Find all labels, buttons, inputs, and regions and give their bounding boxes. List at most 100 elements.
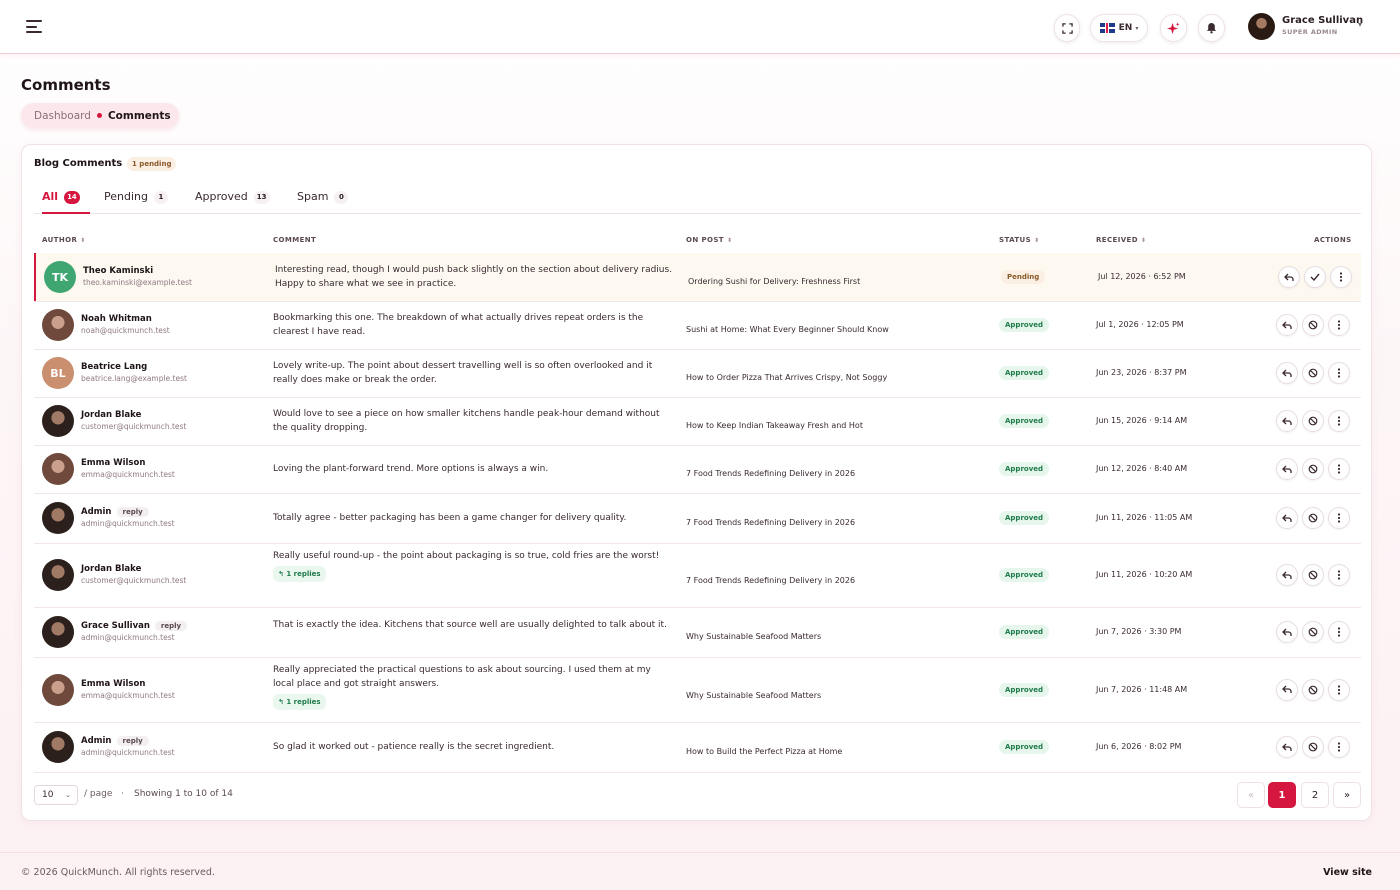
reply-icon — [1282, 571, 1292, 580]
mark-spam-button[interactable] — [1302, 678, 1324, 701]
sort-icon: ⬍ — [80, 237, 86, 244]
replies-badge[interactable]: ↰ 1 replies — [273, 566, 326, 582]
table-row[interactable]: Admin reply admin@quickmunch.test Totally a… — [34, 493, 1361, 543]
table-row[interactable]: Admin reply admin@quickmunch.test So glad i… — [34, 722, 1361, 772]
language-label: EN — [1118, 23, 1133, 33]
user-avatar[interactable] — [1248, 13, 1275, 40]
tab-spam[interactable]: Spam 0 — [297, 190, 349, 214]
received-date: Jun 6, 2026 · 8:02 PM — [1096, 742, 1182, 751]
page-1-button[interactable]: 1 — [1268, 782, 1296, 808]
breadcrumb-separator — [96, 113, 102, 118]
status-badge: Pending — [1001, 270, 1046, 284]
mark-spam-button[interactable] — [1302, 362, 1324, 384]
status-badge: Approved — [999, 414, 1050, 428]
user-role: SUPER ADMIN — [1282, 28, 1338, 36]
reply-button[interactable] — [1276, 362, 1298, 384]
mark-spam-button[interactable] — [1302, 458, 1324, 480]
author-name-text: Emma Wilson — [81, 458, 146, 468]
fullscreen-button[interactable] — [1054, 14, 1080, 42]
comment-body: Bookmarking this one. The breakdown of w… — [273, 313, 644, 337]
reply-button[interactable] — [1276, 621, 1298, 643]
bell-icon — [1206, 22, 1217, 34]
author-name-text: Jordan Blake — [81, 564, 142, 574]
replies-badge[interactable]: ↰ 1 replies — [273, 694, 326, 710]
author-name-text: Noah Whitman — [81, 314, 152, 324]
tab-approved[interactable]: Approved 13 — [195, 190, 270, 214]
more-vertical-icon — [1337, 684, 1341, 695]
column-author[interactable]: AUTHOR ⬍ — [42, 236, 86, 244]
post-link[interactable]: Why Sustainable Seafood Matters — [686, 691, 821, 700]
author-name: Theo Kaminski — [83, 266, 153, 276]
more-actions-button[interactable] — [1328, 410, 1350, 432]
column-received[interactable]: RECEIVED ⬍ — [1096, 236, 1146, 244]
author-name: Beatrice Lang — [81, 362, 147, 372]
breadcrumb-dashboard-link[interactable]: Dashboard — [34, 110, 91, 122]
more-actions-button[interactable] — [1328, 678, 1350, 701]
notifications-button[interactable] — [1198, 14, 1225, 42]
more-actions-button[interactable] — [1328, 736, 1350, 758]
post-link[interactable]: 7 Food Trends Redefining Delivery in 202… — [686, 518, 855, 527]
post-link[interactable]: Why Sustainable Seafood Matters — [686, 632, 821, 641]
post-link[interactable]: 7 Food Trends Redefining Delivery in 202… — [686, 576, 855, 585]
tab-pending[interactable]: Pending 1 — [104, 190, 168, 214]
sort-icon: ⬍ — [1034, 237, 1040, 244]
user-name[interactable]: Grace Sullivan — [1282, 15, 1363, 26]
view-site-link[interactable]: View site — [1323, 867, 1372, 878]
page-2-button[interactable]: 2 — [1301, 782, 1329, 808]
mark-spam-button[interactable] — [1302, 507, 1324, 529]
post-link[interactable]: Sushi at Home: What Every Beginner Shoul… — [686, 325, 889, 334]
reply-button[interactable] — [1276, 314, 1298, 336]
table-row[interactable]: Jordan Blake customer@quickmunch.test Woul… — [34, 397, 1361, 445]
mark-spam-button[interactable] — [1302, 736, 1324, 758]
ban-icon — [1308, 627, 1318, 637]
reply-icon — [1282, 628, 1292, 637]
per-page-select[interactable]: 10 ⌄ — [34, 785, 78, 805]
more-actions-button[interactable] — [1328, 458, 1350, 480]
mark-spam-button[interactable] — [1302, 621, 1324, 643]
post-link[interactable]: How to Order Pizza That Arrives Crispy, … — [686, 373, 887, 382]
reply-button[interactable] — [1276, 564, 1298, 586]
post-link[interactable]: Ordering Sushi for Delivery: Freshness F… — [688, 277, 860, 286]
author-avatar — [42, 673, 74, 706]
tab-pending-label: Pending — [104, 190, 148, 203]
reply-badge: reply — [116, 507, 149, 517]
language-selector[interactable]: EN ▾ — [1090, 14, 1148, 42]
mark-spam-button[interactable] — [1302, 564, 1324, 586]
prev-page-button[interactable]: « — [1237, 782, 1265, 808]
more-actions-button[interactable] — [1328, 314, 1350, 336]
post-link[interactable]: How to Keep Indian Takeaway Fresh and Ho… — [686, 421, 863, 430]
column-status[interactable]: STATUS ⬍ — [999, 236, 1040, 244]
reply-button[interactable] — [1276, 678, 1298, 701]
more-actions-button[interactable] — [1328, 507, 1350, 529]
menu-toggle-icon[interactable] — [26, 20, 42, 33]
reply-button[interactable] — [1278, 266, 1300, 288]
approve-button[interactable] — [1304, 266, 1326, 288]
mark-spam-button[interactable] — [1302, 410, 1324, 432]
post-link[interactable]: 7 Food Trends Redefining Delivery in 202… — [686, 469, 855, 478]
post-link[interactable]: How to Build the Perfect Pizza at Home — [686, 747, 842, 756]
table-row[interactable]: BL Beatrice Lang beatrice.lang@example.tes… — [34, 349, 1361, 397]
table-row[interactable]: Grace Sullivan reply admin@quickmunch.test… — [34, 607, 1361, 657]
table-row[interactable]: Emma Wilson emma@quickmunch.test Loving th… — [34, 445, 1361, 493]
more-actions-button[interactable] — [1330, 266, 1352, 288]
author-name-text: Admin — [81, 736, 112, 746]
next-page-button[interactable]: » — [1333, 782, 1361, 808]
more-actions-button[interactable] — [1328, 621, 1350, 643]
ai-assistant-button[interactable] — [1160, 14, 1187, 42]
table-row[interactable]: TK Theo Kaminski theo.kaminski@example.tes… — [34, 253, 1361, 301]
column-on-post[interactable]: ON POST ⬍ — [686, 236, 732, 244]
reply-button[interactable] — [1276, 507, 1298, 529]
reply-button[interactable] — [1276, 736, 1298, 758]
showing-text: Showing 1 to 10 of 14 — [134, 789, 233, 799]
table-row[interactable]: Noah Whitman noah@quickmunch.test Bookmark… — [34, 301, 1361, 349]
reply-button[interactable] — [1276, 410, 1298, 432]
reply-button[interactable] — [1276, 458, 1298, 480]
ban-icon — [1308, 464, 1318, 474]
mark-spam-button[interactable] — [1302, 314, 1324, 336]
tab-all[interactable]: All 14 — [42, 190, 90, 214]
user-menu-chevron-icon[interactable]: ▾ — [1358, 20, 1362, 29]
table-row[interactable]: Jordan Blake customer@quickmunch.test Real… — [34, 543, 1361, 607]
more-actions-button[interactable] — [1328, 362, 1350, 384]
more-actions-button[interactable] — [1328, 564, 1350, 586]
table-row[interactable]: Emma Wilson emma@quickmunch.test Really ap… — [34, 657, 1361, 722]
